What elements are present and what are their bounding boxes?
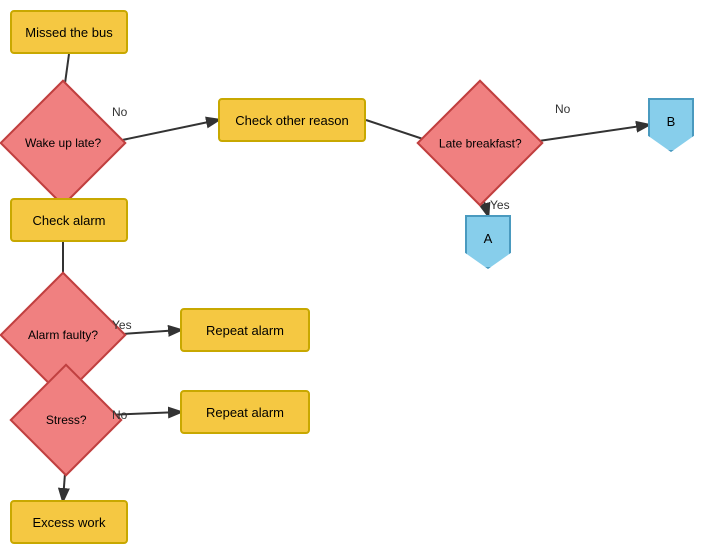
excess-work-label: Excess work <box>33 515 106 530</box>
alarm-faulty-label: Alarm faulty? <box>28 328 98 342</box>
repeat-alarm2-label: Repeat alarm <box>206 405 284 420</box>
late-breakfast-node: Late breakfast? <box>416 79 543 206</box>
repeat-alarm1-label: Repeat alarm <box>206 323 284 338</box>
missed-bus-node: Missed the bus <box>10 10 128 54</box>
late-breakfast-label: Late breakfast? <box>439 136 522 150</box>
excess-work-node: Excess work <box>10 500 128 544</box>
yes2-label: Yes <box>490 198 510 212</box>
no1-label: No <box>112 105 127 119</box>
stress-label: Stress? <box>46 413 87 427</box>
wake-up-late-label: Wake up late? <box>25 136 101 150</box>
offpage-a-label: A <box>484 231 493 246</box>
repeat-alarm1-node: Repeat alarm <box>180 308 310 352</box>
offpage-a-node: A <box>465 215 511 269</box>
check-alarm-node: Check alarm <box>10 198 128 242</box>
arrows-layer <box>0 0 706 553</box>
no3-label: No <box>112 408 127 422</box>
check-alarm-label: Check alarm <box>33 213 106 228</box>
missed-bus-label: Missed the bus <box>25 25 112 40</box>
no2-label: No <box>555 102 570 116</box>
offpage-b-label: B <box>667 114 676 129</box>
flowchart-canvas: Missed the bus Wake up late? No Check ot… <box>0 0 706 553</box>
wake-up-late-node: Wake up late? <box>0 79 127 206</box>
offpage-b-node: B <box>648 98 694 152</box>
check-other-reason-node: Check other reason <box>218 98 366 142</box>
repeat-alarm2-node: Repeat alarm <box>180 390 310 434</box>
stress-node: Stress? <box>9 363 122 476</box>
yes1-label: Yes <box>112 318 132 332</box>
check-other-reason-label: Check other reason <box>235 113 348 128</box>
